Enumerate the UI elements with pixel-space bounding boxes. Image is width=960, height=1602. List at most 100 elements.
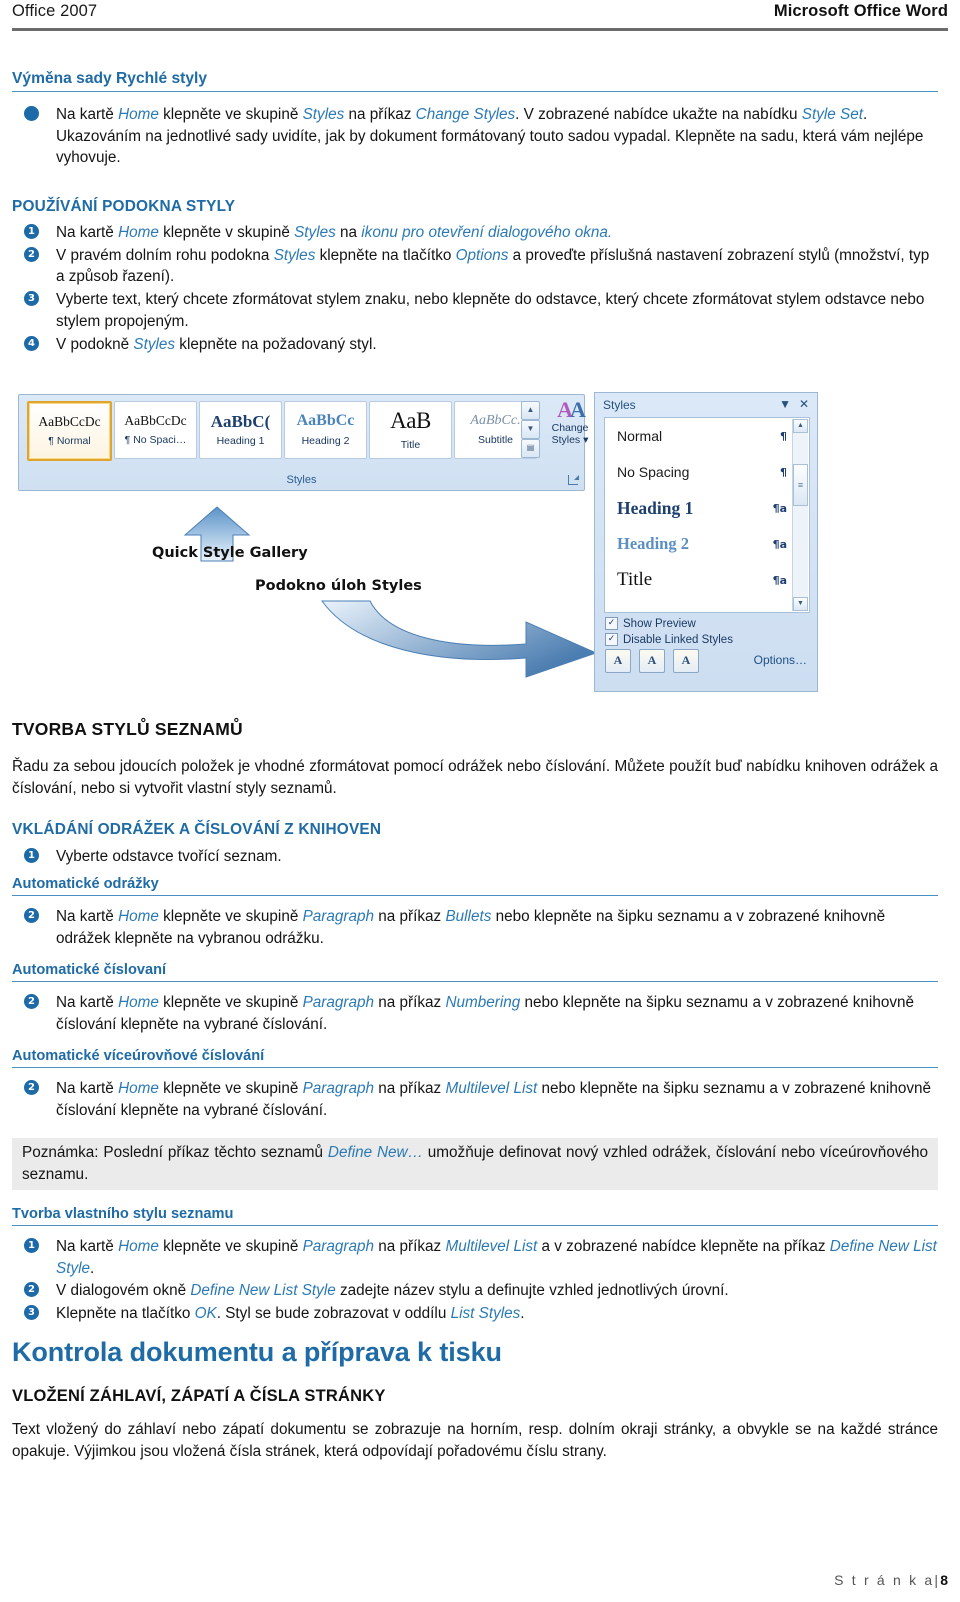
checkbox-icon[interactable]: ✓ [605,617,618,630]
header-right-text: Microsoft Office Word [773,2,948,20]
list-item-text: Na kartě Home klepněte ve skupině Paragr… [56,1238,937,1277]
numbered-marker-2-icon: 2 [24,908,39,923]
styles-list-scrollbar[interactable]: ▲ ▼ [792,419,808,611]
numbered-marker-2-icon: 2 [24,994,39,1009]
scrollbar-up-icon[interactable]: ▲ [793,419,808,433]
quick-style-gallery-ribbon: AaBbCcDc ¶ Normal AaBbCcDc ¶ No Spaci… A… [18,394,588,491]
gallery-label: ¶ Normal [48,434,91,447]
checkbox-show-preview[interactable]: ✓ Show Preview [605,617,696,630]
style-inspector-icon[interactable]: A [639,649,665,673]
list-item: 1 Na kartě Home klepněte v skupině Style… [12,222,938,244]
header-left-text: Office 2007 [12,2,98,20]
gallery-item-heading-2[interactable]: AaBbCc Heading 2 [284,401,367,459]
style-name: No Spacing [617,464,690,480]
gallery-label: ¶ No Spaci… [124,433,187,446]
list-item: 2 Na kartě Home klepněte ve skupině Para… [12,906,938,949]
numbered-marker-2-icon: 2 [24,246,39,262]
list-pouzivani: 1 Na kartě Home klepněte v skupině Style… [12,222,938,356]
list-item: 2 V dialogovém okně Define New List Styl… [12,1280,938,1302]
numbered-marker-4-icon: 4 [24,335,39,351]
chevron-down-icon: ▾ [583,433,589,446]
style-list-item-heading-2[interactable]: Heading 2 ¶a [605,526,809,562]
heading-kontrola-dokumentu: Kontrola dokumentu a příprava k tisku [12,1337,502,1367]
numbered-marker-2-icon: 2 [24,1080,39,1095]
list-item: 4 V podokně Styles klepněte na požadovan… [12,334,938,356]
list-item-text: Na kartě Home klepněte ve skupině Paragr… [56,994,915,1033]
style-list-item-heading-1[interactable]: Heading 1 ¶a [605,490,809,526]
gallery-scroll-buttons[interactable]: ▲ ▼ ▤ [521,401,540,458]
styles-options-link[interactable]: Options… [754,653,807,667]
paragraph-mark-icon: ¶ [780,429,787,443]
list-item-text: V podokně Styles klepněte na požadovaný … [56,335,377,353]
scroll-down-icon[interactable]: ▼ [521,420,540,439]
checkbox-icon[interactable]: ✓ [605,633,618,646]
scrollbar-thumb[interactable] [793,464,808,506]
gallery-item-no-spacing[interactable]: AaBbCcDc ¶ No Spaci… [114,401,197,459]
gallery-item-normal[interactable]: AaBbCcDc ¶ Normal [27,401,112,461]
list-item-text: Vyberte odstavce tvořící seznam. [56,848,282,865]
gallery-item-title[interactable]: AaB Title [369,401,452,459]
heading-automaticke-viceurovnove: Automatické víceúrovňové číslování [12,1048,938,1068]
checkbox-disable-linked-styles[interactable]: ✓ Disable Linked Styles [605,633,733,646]
heading-automaticke-cislovani: Automatické číslovaní [12,962,938,982]
callout-styles-task-pane: Podokno úloh Styles [255,578,422,594]
heading-vlozeni-zahlavi: VLOŽENÍ ZÁHLAVÍ, ZÁPATÍ A ČÍSLA STRÁNKY [12,1387,386,1405]
style-list-item-title[interactable]: Title ¶a [605,562,809,598]
list-item-text: V pravém dolním rohu podokna Styles klep… [56,246,930,286]
page-footer: S t r á n k a|8 [834,1572,948,1588]
heading-tvorba-vlastniho-stylu: Tvorba vlastního stylu seznamu [12,1206,938,1226]
gallery-item-heading-1[interactable]: AaBbC( Heading 1 [199,401,282,459]
gallery-label: Heading 2 [301,434,350,447]
checkbox-label: Disable Linked Styles [623,633,733,646]
styles-task-pane: Styles ▼ ✕ Normal ¶ No Spacing ¶ Heading… [594,392,818,692]
styles-list[interactable]: Normal ¶ No Spacing ¶ Heading 1 ¶a Headi… [604,417,810,613]
scrollbar-down-icon[interactable]: ▼ [793,597,808,611]
list-item: ● Na kartě Home klepněte ve skupině Styl… [12,104,938,169]
change-styles-button[interactable]: AA Change Styles ▾ [543,399,597,459]
heading-vkladani-odrazek: VKLÁDÁNÍ ODRÁŽEK A ČÍSLOVÁNÍ Z KNIHOVEN [12,821,382,838]
pane-close-icon[interactable]: ✕ [799,397,809,411]
note-paragraph: Poznámka: Poslední příkaz těchto seznamů… [12,1138,938,1191]
list-item-text: Klepněte na tlačítko OK. Styl se bude zo… [56,1305,525,1323]
list-item-text: Na kartě Home klepněte ve skupině Paragr… [56,1080,931,1119]
styles-pane-buttons: A A A [605,649,699,673]
scroll-up-icon[interactable]: ▲ [521,401,540,420]
list-item: 2 V pravém dolním rohu podokna Styles kl… [12,245,938,288]
linked-style-mark-icon: ¶a [772,537,787,551]
list-item: 2 Na kartě Home klepněte ve skupině Para… [12,1078,938,1121]
curved-arrow-shape [318,598,603,678]
dialog-box-launcher-icon[interactable] [568,475,579,485]
numbered-marker-3-icon: 3 [24,1305,39,1321]
style-name: Title [617,569,653,590]
style-list-item-no-spacing[interactable]: No Spacing ¶ [605,454,809,490]
footer-label: S t r á n k a [834,1572,935,1588]
heading-vymena-sady: Výměna sady Rychlé styly [12,70,938,92]
document-page: Office 2007 Microsoft Office Word Výměna… [0,0,960,1602]
numbered-marker-1-icon: 1 [24,848,39,863]
list-item: 1 Vyberte odstavce tvořící seznam. [12,846,938,868]
style-gallery: AaBbCcDc ¶ Normal AaBbCcDc ¶ No Spaci… A… [27,401,537,461]
change-styles-icon: AA [557,397,586,422]
list-item: 1 Na kartě Home klepněte ve skupině Para… [12,1236,938,1279]
change-styles-label: Change Styles ▾ [551,422,589,446]
gallery-preview: AaBbCcDc [38,415,101,430]
ribbon-group-label: Styles [286,474,317,486]
pane-menu-chevron-icon[interactable]: ▼ [779,397,791,411]
heading-pouzivani-podokna: POUŽÍVÁNÍ PODOKNA STYLY [12,198,236,215]
numbered-marker-1-icon: 1 [24,224,39,239]
list-item-text: V dialogovém okně Define New List Style … [56,1282,729,1300]
paragraph-kontrola: Text vložený do záhlaví nebo zápatí doku… [12,1421,938,1460]
list-item-text: Na kartě Home klepněte v skupině Styles … [56,224,613,241]
numbered-marker-1-icon: 1 [24,1238,39,1253]
styles-pane-title: Styles [603,398,636,412]
new-style-icon[interactable]: A [605,649,631,673]
more-styles-icon[interactable]: ▤ [521,439,540,458]
gallery-preview: AaB [390,409,431,434]
style-list-item-normal[interactable]: Normal ¶ [605,418,809,454]
gallery-label: Heading 1 [216,435,265,448]
checkbox-label: Show Preview [623,617,696,630]
linked-style-mark-icon: ¶a [772,501,787,515]
manage-styles-icon[interactable]: A [673,649,699,673]
style-name: Heading 2 [617,534,689,553]
list-item-text: Na kartě Home klepněte ve skupině Styles… [56,106,924,167]
